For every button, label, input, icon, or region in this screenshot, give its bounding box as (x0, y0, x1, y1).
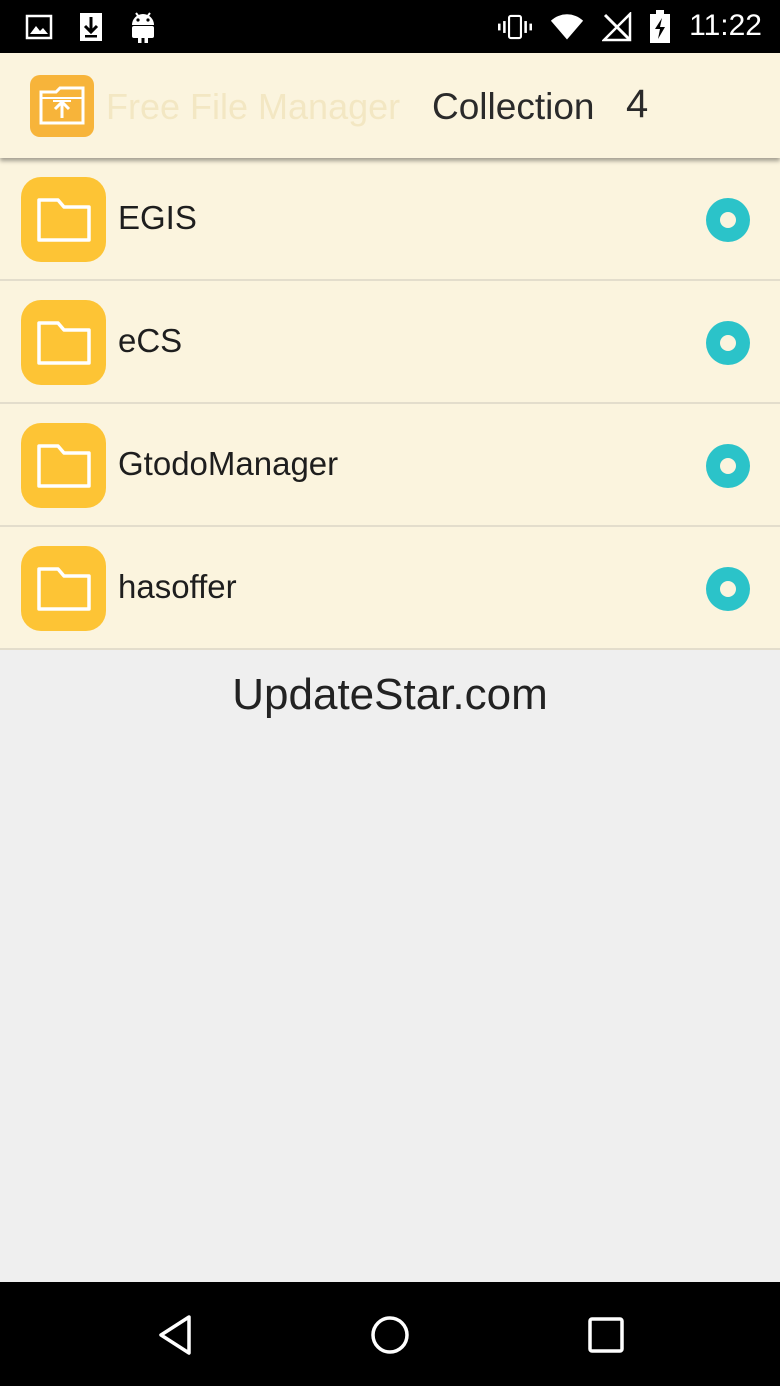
navigation-bar (0, 1282, 780, 1386)
app-bar: Free File Manager Collection 4 (0, 53, 780, 158)
list-item[interactable]: eCS (0, 281, 780, 404)
image-icon (22, 10, 56, 44)
folder-upload-icon[interactable] (30, 75, 94, 137)
collection-count: 4 (626, 82, 649, 126)
clock: 11:22 (689, 9, 762, 42)
collection-label: Collection (432, 86, 595, 127)
folder-icon (21, 423, 106, 508)
folder-list: EGIS eCS GtodoManager hasoffer (0, 158, 780, 650)
android-icon (126, 10, 160, 44)
no-signal-icon (600, 10, 634, 44)
folder-name: EGIS (118, 199, 197, 236)
selection-radio[interactable] (706, 321, 750, 365)
list-item[interactable]: hasoffer (0, 527, 780, 650)
folder-name: eCS (118, 322, 183, 359)
folder-icon (21, 300, 106, 385)
folder-icon (21, 177, 106, 262)
list-item[interactable]: EGIS (0, 158, 780, 281)
download-icon (74, 10, 108, 44)
selection-radio[interactable] (706, 198, 750, 242)
recents-icon[interactable] (579, 1308, 633, 1362)
watermark: UpdateStar.com (232, 670, 548, 719)
home-icon[interactable] (363, 1308, 417, 1362)
battery-charging-icon (643, 10, 677, 44)
folder-icon (21, 546, 106, 631)
vibrate-icon (498, 10, 532, 44)
wifi-icon (550, 10, 584, 44)
folder-name: GtodoManager (118, 445, 339, 482)
status-bar: 11:22 (0, 0, 780, 53)
folder-name: hasoffer (118, 568, 237, 605)
app-title: Free File Manager (106, 86, 401, 127)
back-icon[interactable] (148, 1308, 202, 1362)
list-item[interactable]: GtodoManager (0, 404, 780, 527)
selection-radio[interactable] (706, 444, 750, 488)
selection-radio[interactable] (706, 567, 750, 611)
